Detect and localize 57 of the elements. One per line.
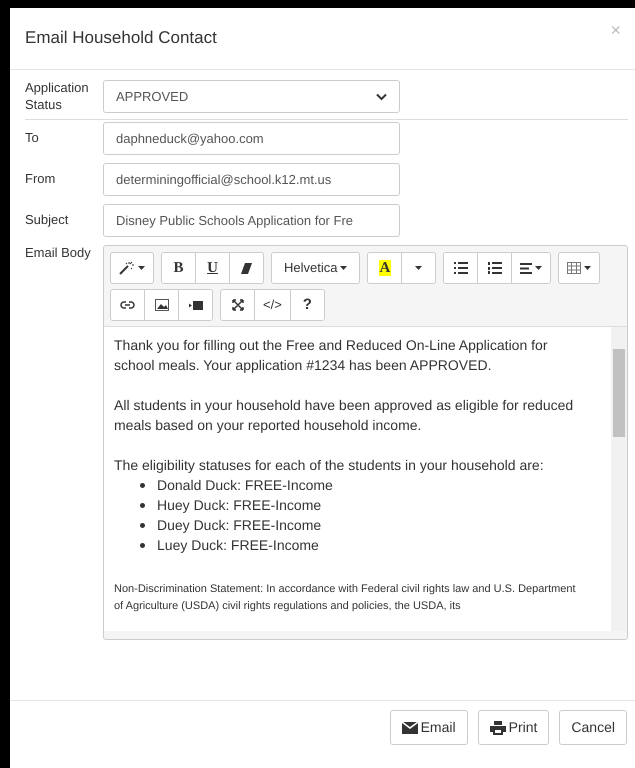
input-field[interactable]: Disney Public Schools Application for Fre bbox=[103, 204, 400, 237]
list-item: Luey Duck: FREE-Income bbox=[157, 536, 319, 555]
color-dropdown-button[interactable] bbox=[401, 252, 436, 284]
video-button[interactable] bbox=[178, 289, 213, 321]
image-button[interactable] bbox=[144, 289, 179, 321]
body-paragraph: The eligibility statuses for each of the students in your household are: bbox=[114, 456, 545, 475]
bullet-list-button[interactable] bbox=[443, 252, 478, 284]
body-paragraph: All students in your household have been approved as eligible for reduced meals based on your reported household income. bbox=[114, 396, 574, 435]
bold-button[interactable]: B bbox=[161, 252, 196, 284]
numbered-list-button[interactable] bbox=[477, 252, 512, 284]
bullet-icon bbox=[140, 502, 145, 508]
table-icon bbox=[567, 262, 582, 274]
underline-button[interactable]: U bbox=[195, 252, 230, 284]
image-icon bbox=[154, 299, 168, 311]
chevron-icon bbox=[376, 92, 387, 100]
body-paragraph: Non-Discrimination Statement: In accordance with Federal civil rights law and U.S. Department of Agriculture (USDA) civil rights regulations and policies, the USDA, its bbox=[114, 582, 577, 614]
field-label: Email Body bbox=[25, 245, 92, 262]
eraser-icon bbox=[241, 262, 252, 274]
magic-wand-icon bbox=[119, 261, 135, 275]
input-field[interactable]: determiningofficial@school.k12.mt.us bbox=[103, 163, 400, 196]
field-label: Subject bbox=[25, 212, 70, 229]
list-item: Duey Duck: FREE-Income bbox=[157, 516, 322, 535]
align-icon bbox=[520, 262, 532, 274]
list-item: Huey Duck: FREE-Income bbox=[157, 496, 322, 515]
fullscreen-icon bbox=[232, 299, 244, 311]
align-dropdown[interactable] bbox=[511, 252, 552, 284]
fullscreen-button[interactable] bbox=[220, 289, 255, 321]
bullet-icon bbox=[140, 542, 145, 548]
input-field[interactable]: daphneduck@yahoo.com bbox=[103, 122, 400, 155]
cancel-button[interactable]: Cancel bbox=[559, 710, 627, 745]
link-button[interactable] bbox=[110, 289, 145, 321]
dialog-title: Email Household Contact bbox=[25, 28, 217, 49]
field-label: Application Status bbox=[25, 80, 90, 113]
bullet-list-icon bbox=[454, 262, 468, 274]
clear-format-button[interactable] bbox=[229, 252, 264, 284]
field-label: To bbox=[25, 130, 40, 147]
highlight-color-button[interactable]: A bbox=[367, 252, 402, 284]
field-label: From bbox=[25, 171, 56, 188]
list-item: Donald Duck: FREE-Income bbox=[157, 476, 333, 495]
font-dropdown[interactable]: Helvetica bbox=[271, 252, 360, 284]
video-icon bbox=[188, 300, 202, 310]
scrollbar-thumb[interactable] bbox=[613, 349, 625, 437]
bullet-icon bbox=[140, 482, 145, 488]
numbered-list-icon bbox=[488, 262, 502, 274]
email-button[interactable]: Email bbox=[390, 710, 468, 745]
table-dropdown[interactable] bbox=[558, 252, 600, 284]
help-button[interactable]: ? bbox=[290, 289, 325, 321]
code-view-button[interactable]: </> bbox=[254, 289, 291, 321]
link-icon bbox=[120, 301, 135, 309]
caret-icon bbox=[415, 266, 422, 270]
bullet-icon bbox=[140, 522, 145, 528]
magic-wand-button[interactable] bbox=[110, 252, 154, 284]
status-select[interactable]: APPROVED bbox=[103, 80, 400, 113]
print-button[interactable]: Print bbox=[478, 710, 550, 745]
printer-icon bbox=[490, 720, 506, 734]
envelope-icon bbox=[402, 722, 418, 734]
body-paragraph: Thank you for filling out the Free and Reduced On-Line Application for school meals. Your application #1234 has been APPROVED. bbox=[114, 336, 548, 375]
